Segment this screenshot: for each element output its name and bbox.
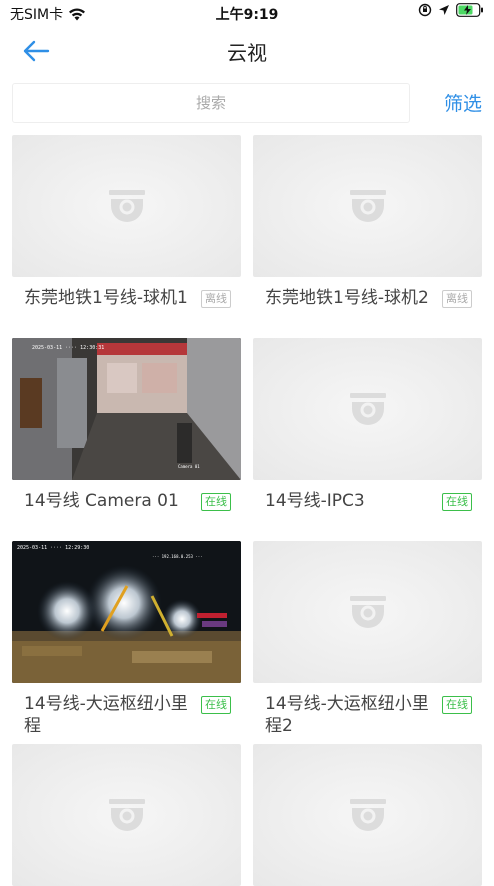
camera-name: 东莞地铁1号线-球机1 (24, 288, 188, 308)
camera-thumbnail[interactable] (12, 744, 241, 886)
camera-name: 14号线-大运枢纽小里程2 (265, 694, 429, 736)
battery-charging-icon (456, 3, 483, 17)
camera-placeholder-icon (349, 393, 386, 425)
camera-placeholder-icon (108, 190, 145, 222)
camera-placeholder-icon (349, 799, 386, 831)
camera-thumbnail[interactable] (12, 135, 241, 277)
camera-placeholder-icon (349, 596, 386, 628)
status-badge: 离线 (201, 290, 231, 308)
camera-name: 14号线-大运枢纽小里程 (24, 694, 188, 736)
status-badge: 在线 (442, 493, 472, 511)
search-input[interactable]: 搜索 (12, 83, 410, 123)
camera-snapshot[interactable]: 2025-03-11 ···· 12:29:30 ··· 192.168.0.2… (12, 541, 241, 683)
camera-thumbnail[interactable] (253, 135, 482, 277)
search-row: 搜索 筛选 (12, 83, 482, 123)
svg-text:Camera 01: Camera 01 (178, 464, 200, 469)
camera-thumbnail[interactable] (253, 338, 482, 480)
location-arrow-icon (439, 5, 449, 15)
status-badge: 在线 (201, 696, 231, 714)
camera-thumbnail[interactable] (253, 744, 482, 886)
svg-text:2025-03-11 ···· 12:29:30: 2025-03-11 ···· 12:29:30 (17, 545, 89, 551)
svg-text:2025-03-11 ···· 12:30:31: 2025-03-11 ···· 12:30:31 (32, 345, 104, 351)
camera-placeholder-icon (349, 190, 386, 222)
snapshot-image: 2025-03-11 ···· 12:29:30 ··· 192.168.0.2… (12, 541, 241, 683)
navigation-bar: 云视 (0, 26, 494, 76)
snapshot-image: 2025-03-11 ···· 12:30:31 Camera 01 (12, 338, 241, 480)
camera-name: 14号线-IPC3 (265, 491, 365, 511)
camera-placeholder-icon (108, 799, 145, 831)
status-badge: 在线 (201, 493, 231, 511)
camera-snapshot[interactable]: 2025-03-11 ···· 12:30:31 Camera 01 (12, 338, 241, 480)
status-badge: 离线 (442, 290, 472, 308)
filter-button[interactable]: 筛选 (444, 89, 482, 116)
svg-text:··· 192.168.0.253 ···: ··· 192.168.0.253 ··· (152, 554, 203, 559)
page-title: 云视 (227, 41, 267, 65)
camera-name: 14号线 Camera 01 (24, 491, 179, 511)
status-bar: 无SIM卡 上午9:19 (0, 0, 494, 26)
status-right (418, 3, 484, 17)
orientation-lock-icon (418, 3, 432, 17)
status-badge: 在线 (442, 696, 472, 714)
camera-name: 东莞地铁1号线-球机2 (265, 288, 429, 308)
camera-thumbnail[interactable] (253, 541, 482, 683)
